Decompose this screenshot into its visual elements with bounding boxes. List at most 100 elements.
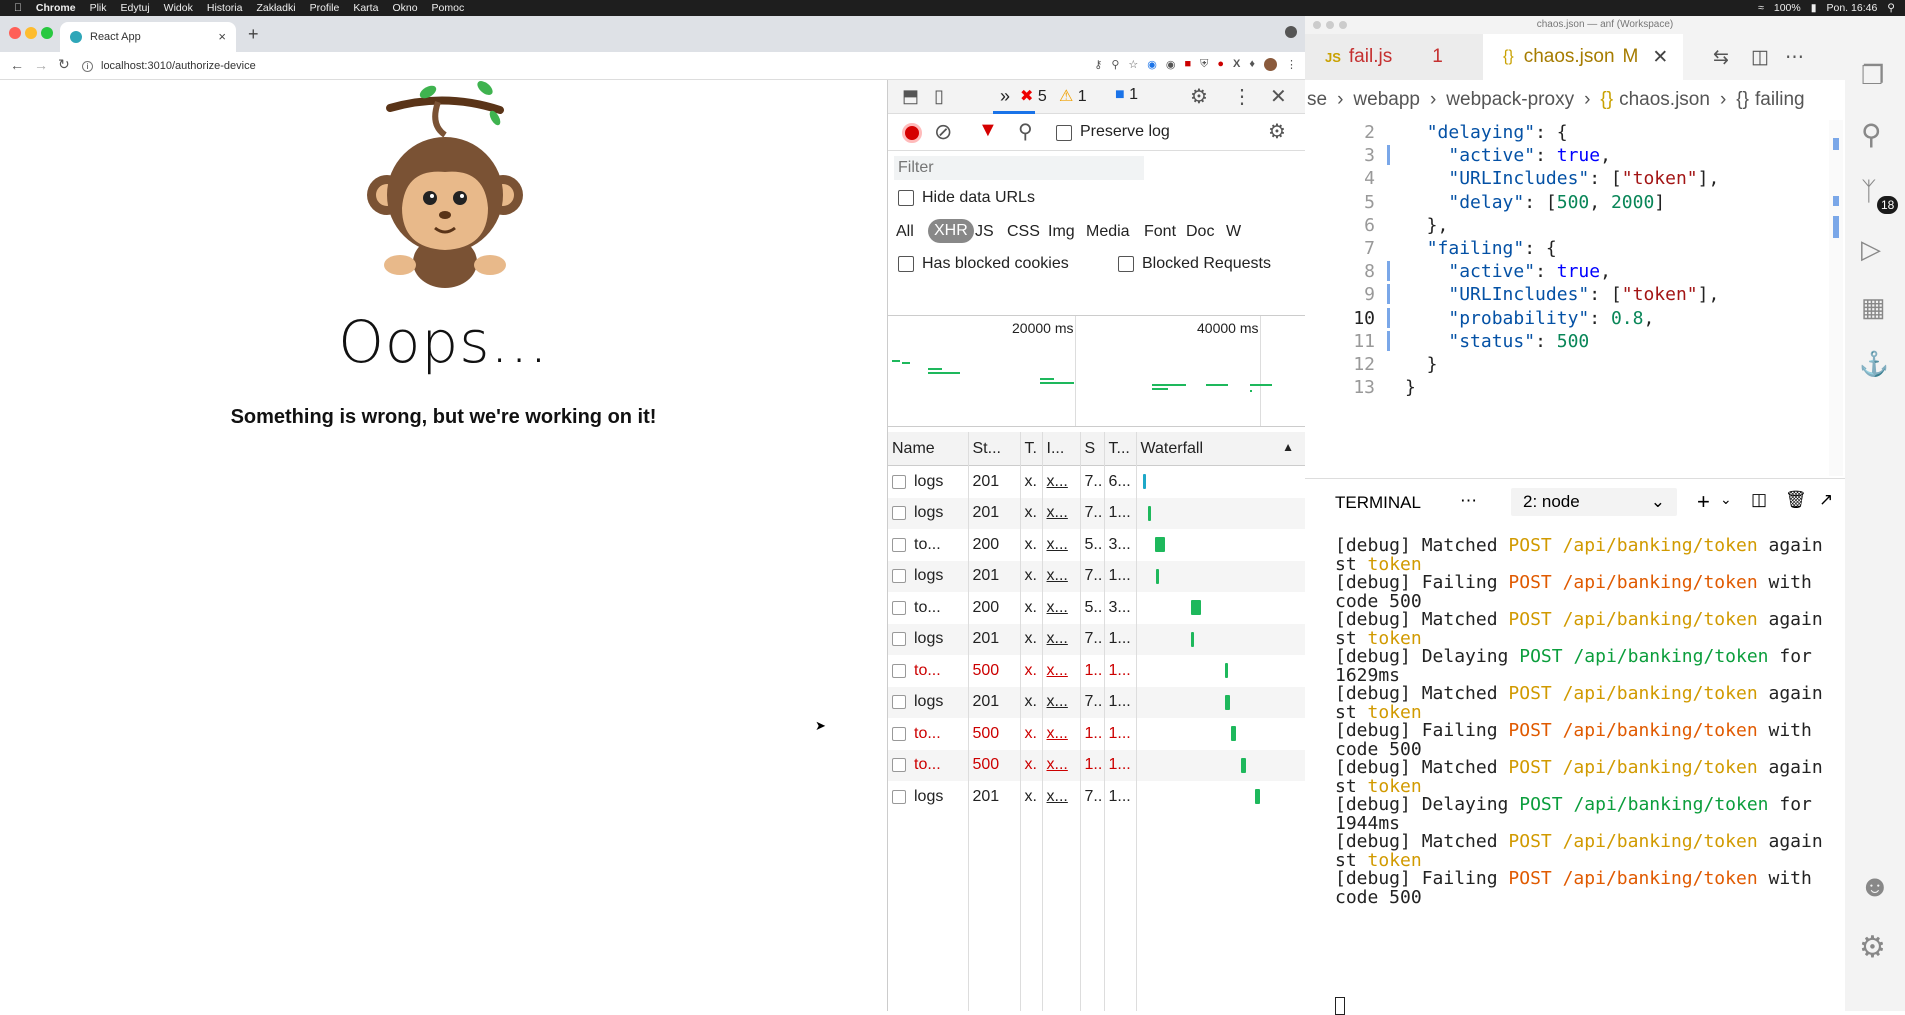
search-icon[interactable]: ⚲ xyxy=(1861,118,1882,151)
new-terminal-icon[interactable]: + xyxy=(1697,489,1710,515)
more-tabs-icon[interactable]: » xyxy=(1000,86,1010,107)
code-line[interactable]: "active": true, xyxy=(1405,261,1611,282)
network-request-row[interactable]: logs 201 x. x... 7.. 1... xyxy=(888,623,1306,655)
code-line[interactable]: "failing": { xyxy=(1405,238,1557,259)
devtools-kebab-icon[interactable]: ⋮ xyxy=(1232,84,1252,109)
back-arrow-icon[interactable]: ← xyxy=(10,57,24,73)
preserve-log-checkbox[interactable] xyxy=(1056,125,1072,141)
avatar[interactable] xyxy=(1264,58,1277,71)
type-filter-doc[interactable]: Doc xyxy=(1186,223,1214,241)
type-filter-all[interactable]: All xyxy=(896,223,914,241)
battery-icon[interactable]: ▮ xyxy=(1811,2,1817,14)
breadcrumb-item[interactable]: chaos.json xyxy=(1619,89,1710,111)
editor-more-icon[interactable]: ⋯ xyxy=(1785,46,1804,69)
code-line[interactable]: } xyxy=(1405,354,1438,375)
network-request-row[interactable]: to... 500 x. x... 1.. 1... xyxy=(888,718,1306,750)
menu-okno[interactable]: Okno xyxy=(392,2,417,14)
kebab-menu-icon[interactable]: ⋮ xyxy=(1286,58,1297,71)
type-filter-ws[interactable]: W xyxy=(1226,223,1241,241)
terminal-panel[interactable]: TERMINAL ⋯ 2: node ⌄ + ⌄ ◫ 🗑 ↗ [debug] M… xyxy=(1305,478,1845,1015)
account-icon[interactable]: ☻ xyxy=(1859,870,1891,904)
menu-profile[interactable]: Profile xyxy=(310,2,340,14)
run-debug-icon[interactable]: ▷ xyxy=(1861,234,1881,265)
filter-funnel-icon[interactable]: ▼ xyxy=(978,119,998,142)
chevron-down-icon[interactable]: ⌄ xyxy=(1720,491,1732,508)
wifi-icon[interactable]: ≈ xyxy=(1758,2,1764,14)
manage-gear-icon[interactable]: ⚙ xyxy=(1859,930,1886,965)
key-icon[interactable]: ⚷ xyxy=(1094,58,1102,71)
menu-pomoc[interactable]: Pomoc xyxy=(432,2,465,14)
explorer-files-icon[interactable]: ❐ xyxy=(1861,60,1884,91)
record-button[interactable] xyxy=(902,123,922,143)
extension-icon[interactable]: ● xyxy=(1217,58,1224,71)
vscode-traffic-lights[interactable] xyxy=(1313,21,1347,29)
inspect-element-icon[interactable]: ⬒ xyxy=(902,86,919,107)
error-count-badge[interactable]: ✖ 5 xyxy=(1020,86,1047,106)
shield-icon[interactable]: ⛨ xyxy=(1200,58,1208,71)
breadcrumb-item[interactable]: webapp xyxy=(1353,89,1420,111)
tab-chaos-json[interactable]: {} chaos.json M ✕ xyxy=(1483,34,1683,80)
extension-icon[interactable]: ◉ xyxy=(1166,58,1176,71)
type-filter-font[interactable]: Font xyxy=(1144,223,1176,241)
url-text[interactable]: localhost:3010/authorize-device xyxy=(101,60,256,72)
sort-arrow-up-icon[interactable]: ▲ xyxy=(1282,440,1294,454)
new-tab-button[interactable]: + xyxy=(248,24,259,45)
blocked-requests-checkbox[interactable] xyxy=(1118,256,1134,272)
network-request-row[interactable]: to... 200 x. x... 5.. 3... xyxy=(888,529,1306,561)
menu-karta[interactable]: Karta xyxy=(353,2,378,14)
code-line[interactable]: "probability": 0.8, xyxy=(1405,308,1654,329)
filter-input[interactable] xyxy=(894,156,1144,180)
editor-scrollbar[interactable] xyxy=(1829,120,1843,476)
tab-react-app[interactable]: React App × xyxy=(60,22,236,52)
zoom-icon[interactable]: ⚲ xyxy=(1111,58,1119,71)
column-size[interactable]: S xyxy=(1080,432,1105,466)
warning-count-badge[interactable]: ⚠ 1 xyxy=(1059,86,1087,106)
maximize-panel-icon[interactable]: ↗ xyxy=(1819,490,1833,510)
network-overview-timeline[interactable]: 20000 ms 40000 ms xyxy=(888,315,1306,427)
clear-icon[interactable]: ⊘ xyxy=(934,119,952,145)
terminal-tab[interactable]: TERMINAL xyxy=(1335,493,1421,513)
column-name[interactable]: Name xyxy=(888,432,969,466)
code-line[interactable]: "delaying": { xyxy=(1405,122,1568,143)
trash-icon[interactable]: 🗑 xyxy=(1785,490,1807,510)
close-devtools-icon[interactable]: ✕ xyxy=(1270,84,1287,109)
puzzle-icon[interactable]: ♦ xyxy=(1249,58,1255,71)
type-filter-css[interactable]: CSS xyxy=(1007,223,1040,241)
open-changes-icon[interactable]: ⇆ xyxy=(1713,46,1729,69)
extensions-icon[interactable]: ▦ xyxy=(1861,292,1886,323)
close-tab-icon[interactable]: ✕ xyxy=(1652,46,1668,69)
type-filter-img[interactable]: Img xyxy=(1048,223,1075,241)
reload-icon[interactable]: ↻ xyxy=(58,56,70,73)
close-window-button[interactable] xyxy=(9,27,21,39)
settings-gear-icon[interactable]: ⚙ xyxy=(1190,84,1208,109)
tab-search-icon[interactable] xyxy=(1285,26,1297,38)
terminal-select[interactable]: 2: node ⌄ xyxy=(1511,488,1677,516)
code-line[interactable]: "status": 500 xyxy=(1405,331,1589,352)
breadcrumb-item[interactable]: failing xyxy=(1755,89,1805,111)
split-editor-icon[interactable]: ◫ xyxy=(1751,46,1769,69)
menu-widok[interactable]: Widok xyxy=(164,2,193,14)
network-request-row[interactable]: logs 201 x. x... 7.. 1... xyxy=(888,497,1306,529)
hide-data-urls-checkbox[interactable] xyxy=(898,190,914,206)
source-control-icon[interactable]: ᛉ xyxy=(1861,176,1877,207)
panel-more-icon[interactable]: ⋯ xyxy=(1460,491,1477,511)
type-filter-xhr[interactable]: XHR xyxy=(928,219,974,243)
code-line[interactable]: "URLIncludes": ["token"], xyxy=(1405,284,1719,305)
breadcrumb-item[interactable]: se xyxy=(1307,89,1327,111)
extension-icon[interactable]: ◉ xyxy=(1147,58,1157,71)
close-tab-icon[interactable]: × xyxy=(218,29,226,44)
docker-icon[interactable]: ⚓ xyxy=(1859,350,1889,379)
menu-edytuj[interactable]: Edytuj xyxy=(120,2,149,14)
column-waterfall[interactable]: Waterfall ▲ xyxy=(1136,432,1306,466)
code-line[interactable]: "active": true, xyxy=(1405,145,1611,166)
device-toolbar-icon[interactable]: ▯ xyxy=(934,86,944,107)
search-icon[interactable]: ⚲ xyxy=(1887,2,1895,14)
type-filter-js[interactable]: JS xyxy=(975,223,994,241)
message-count-badge[interactable]: ■ 1 xyxy=(1115,86,1138,104)
battery-percent[interactable]: 100% xyxy=(1774,2,1801,14)
x-extension-icon[interactable]: X xyxy=(1233,58,1240,71)
network-request-row[interactable]: to... 500 x. x... 1.. 1... xyxy=(888,749,1306,781)
network-request-row[interactable]: logs 201 x. x... 7.. 1... xyxy=(888,781,1306,813)
tab-fail-js[interactable]: JS fail.js 1 xyxy=(1305,34,1483,80)
code-editor[interactable]: 2 "delaying": {3 "active": true, 4 "URLIn… xyxy=(1305,120,1845,476)
